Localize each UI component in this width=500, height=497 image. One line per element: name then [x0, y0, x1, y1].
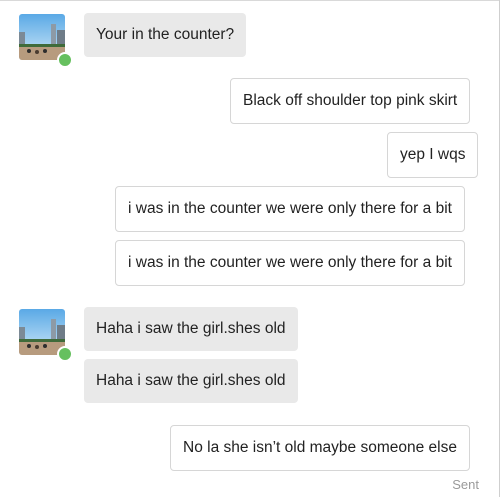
message-bubble-received[interactable]: Your in the counter?: [84, 13, 247, 57]
message-bubble-sent[interactable]: No la she isn’t old maybe someone else: [170, 425, 470, 471]
online-status-dot: [57, 52, 73, 68]
contact-avatar[interactable]: [19, 14, 65, 60]
avatar-photo-icon: [19, 14, 65, 60]
message-bubble-received[interactable]: Haha i saw the girl.shes old: [84, 359, 298, 403]
message-bubble-sent[interactable]: i was in the counter we were only there …: [115, 240, 465, 286]
message-status: Sent: [452, 477, 479, 492]
online-status-dot: [57, 346, 73, 362]
message-bubble-sent[interactable]: Black off shoulder top pink skirt: [230, 78, 471, 124]
top-divider: [0, 0, 500, 1]
message-bubble-sent[interactable]: yep I wqs: [387, 132, 479, 178]
message-bubble-received[interactable]: Haha i saw the girl.shes old: [84, 307, 298, 351]
message-bubble-sent[interactable]: i was in the counter we were only there …: [115, 186, 465, 232]
